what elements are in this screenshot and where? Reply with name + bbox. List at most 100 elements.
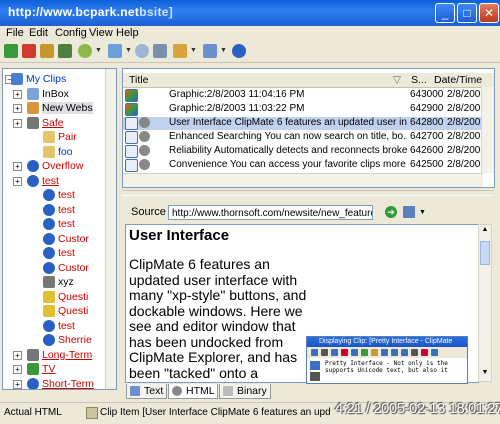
inbox-icon [27,87,39,100]
delete-icon[interactable] [22,44,36,58]
paste-dropdown-icon[interactable]: ▼ [95,47,102,54]
clip-row[interactable]: Graphic:2/8/2003 11:03:22 PM 642900 2/8/20… [123,103,481,116]
globe-icon [43,203,55,216]
globe-icon [43,189,55,201]
tree-item[interactable]: + test [3,174,103,189]
layout-dropdown-icon[interactable]: ▼ [220,47,227,54]
tab-binary[interactable]: Binary [219,384,271,399]
source-label: Source [131,206,166,218]
clip-row[interactable]: Convenience You can access your favorite… [123,159,481,172]
tree-item[interactable]: − My Clips [3,73,103,87]
expand-icon[interactable]: + [13,104,22,113]
scroll-up-icon[interactable]: ▲ [480,226,490,236]
scroll-down-icon[interactable]: ▼ [480,369,490,379]
embedded-tool-icon [381,349,388,356]
expand-icon[interactable]: + [13,379,22,389]
embedded-tool-icon [361,349,368,356]
source-url-field[interactable]: http://www.thornsoft.com/newsite/new_fea… [168,205,373,220]
maximize-button[interactable]: □ [457,3,477,23]
tree-vertical-scrollbar[interactable] [105,69,116,389]
tree-item-label: My Clips [26,73,67,85]
cut-icon[interactable] [40,44,54,58]
column-title[interactable]: Title [129,74,148,86]
expand-icon[interactable]: + [13,162,22,171]
tree-item[interactable]: + Short-Term [3,377,103,389]
expand-icon[interactable]: + [13,365,22,374]
menu-view[interactable]: View [89,27,113,39]
list-vertical-scrollbar[interactable] [481,87,494,173]
globe-icon [43,232,55,245]
menu-config[interactable]: Config [55,27,87,39]
tab-html[interactable]: HTML [168,384,218,399]
question-icon [43,305,55,317]
send-icon[interactable] [108,44,122,58]
home-icon[interactable] [173,44,187,58]
go-arrow-icon[interactable]: ➜ [385,206,397,218]
tree-item[interactable]: foo [3,145,103,160]
help-icon[interactable] [232,44,246,58]
tab-text[interactable]: Text [126,384,167,399]
tree-item-label: InBox [42,87,69,100]
minimize-button[interactable]: _ [435,3,455,23]
tree-item[interactable]: Questi [3,290,103,305]
clip-list[interactable]: Title ▽ S... Date/Time Graphic:2/8/2003 … [122,68,495,188]
tree-item[interactable]: Sherrie [3,334,103,348]
expand-icon[interactable]: + [13,118,22,128]
menu-file[interactable]: File [6,27,24,39]
layout-icon[interactable] [203,44,217,58]
clip-row[interactable]: Graphic:2/8/2003 11:04:16 PM 643000 2/8/20… [123,89,481,102]
tree-item[interactable]: test [3,218,103,232]
tree-item[interactable]: Questi [3,305,103,319]
column-size[interactable]: S... [411,74,427,86]
tree-item[interactable]: test [3,189,103,203]
viewer-vertical-scrollbar[interactable]: ▲ ▼ [478,224,492,382]
embedded-tool-icon [321,349,328,356]
paste-icon[interactable] [78,44,92,58]
splitter[interactable] [122,190,493,196]
tree-item[interactable]: + Safe [3,116,103,131]
html-view-icon [172,386,182,396]
globe-icon [43,319,55,332]
tree-item[interactable]: test [3,203,103,218]
tree-item[interactable]: Pair [3,131,103,145]
embedded-tool-icon [431,349,438,356]
menu-edit[interactable]: Edit [29,27,48,39]
tree-item-label: Questi [58,290,89,303]
tree-item[interactable]: + Overflow [3,160,103,174]
close-button[interactable]: ✕ [479,3,499,23]
tree-item[interactable]: Custor [3,261,103,276]
send-dropdown-icon[interactable]: ▼ [125,47,132,54]
view-options-dropdown-icon[interactable]: ▼ [419,209,426,216]
tree-item[interactable]: + New Webs [3,102,103,116]
clip-row[interactable]: Reliability Automatically detects and re… [123,145,481,158]
tree-item[interactable]: + InBox [3,87,103,102]
expand-icon[interactable]: + [13,89,22,99]
view-options-icon[interactable] [403,206,415,218]
list-horizontal-scrollbar[interactable] [123,173,483,187]
tree-item-label: test [58,247,75,259]
refresh-icon[interactable] [4,44,18,58]
expand-icon[interactable]: + [13,176,22,186]
clip-title: Convenience You can access your favorite… [169,159,407,170]
tree-item[interactable]: xyz [3,276,103,290]
embedded-screenshot: Displaying Clip: [Pretty Interface - Cli… [306,336,468,384]
column-datetime[interactable]: Date/Time [434,74,482,86]
tree-item[interactable]: + Long-Term [3,348,103,363]
copy-icon[interactable] [58,44,72,58]
menu-help[interactable]: Help [116,27,139,39]
search-icon[interactable] [135,44,149,58]
globe-icon [27,377,39,389]
tools-icon[interactable] [153,44,167,58]
html-clip-icon [139,131,150,142]
scroll-thumb[interactable] [480,241,490,265]
clip-row[interactable]: Enhanced Searching You can now search on… [123,131,481,144]
status-message: Clip Item [User Interface ClipMate 6 fea… [100,407,330,418]
tree-item[interactable]: test [3,319,103,334]
expand-icon[interactable]: + [13,350,22,360]
clip-row[interactable]: User Interface ClipMate 6 features an up… [123,117,481,130]
home-dropdown-icon[interactable]: ▼ [190,47,197,54]
tree-item[interactable]: + TV [3,363,103,377]
tree-item[interactable]: test [3,247,103,261]
collection-tree[interactable]: − My Clips + InBox + New Webs + Safe Pair foo + Ove… [2,68,117,390]
tree-item[interactable]: Custor [3,232,103,247]
